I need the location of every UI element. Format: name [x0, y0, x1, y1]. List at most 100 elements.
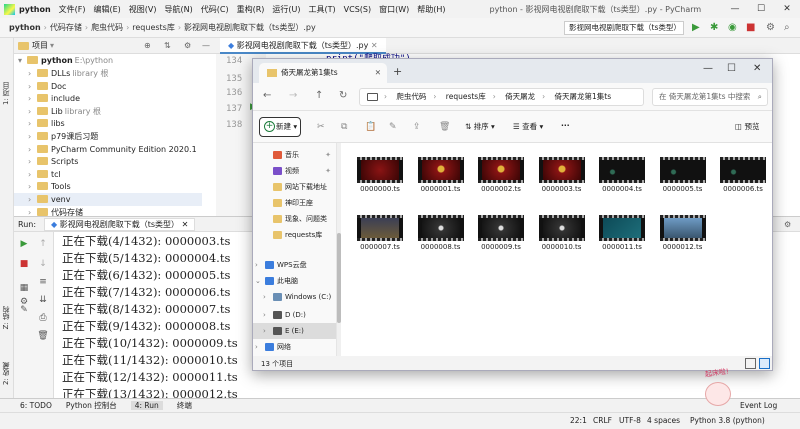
menu-item[interactable]: VCS(S)	[340, 5, 375, 14]
file-item[interactable]: 0000003.ts	[537, 157, 587, 193]
paste-icon[interactable]: 📋	[365, 122, 376, 132]
preview-button[interactable]: ◫ 预览	[735, 121, 759, 132]
expand-arrow-icon[interactable]: ›	[28, 193, 37, 206]
tree-folder[interactable]: › include	[28, 92, 82, 105]
nav-item[interactable]: 视频 ✦	[253, 163, 336, 179]
minimize-button[interactable]: —	[722, 0, 748, 18]
back-icon[interactable]: ←	[263, 90, 271, 101]
soft-wrap-icon[interactable]: ≡	[36, 276, 50, 288]
file-item[interactable]: 0000005.ts	[658, 157, 708, 193]
gear-icon[interactable]: ⚙	[784, 220, 791, 229]
project-tool-tab[interactable]: 1: 项目	[1, 82, 11, 105]
scroll-end-icon[interactable]: ⇊	[36, 294, 50, 306]
coverage-icon[interactable]: ◉	[728, 21, 737, 35]
menu-item[interactable]: 文件(F)	[55, 5, 90, 14]
large-icons-view-icon[interactable]	[759, 358, 770, 369]
expand-arrow-icon[interactable]: ›	[28, 143, 37, 156]
tree-folder[interactable]: › PyCharm Community Edition 2020.1	[28, 143, 199, 156]
file-item[interactable]: 0000008.ts	[416, 215, 466, 251]
run-tab[interactable]: ◆ 影视网电视剧爬取下载（ts类型） ✕	[44, 217, 196, 231]
todo-tab[interactable]: 6: TODO	[20, 401, 52, 410]
expand-arrow-icon[interactable]: ›	[255, 257, 258, 273]
tree-folder[interactable]: › DLLs library 根	[28, 67, 109, 80]
nav-item[interactable]: 神印王座	[253, 195, 336, 211]
locate-icon[interactable]: ⊕	[144, 41, 151, 50]
nav-item[interactable]: › 网络	[253, 339, 336, 355]
address-segment[interactable]: 爬虫代码	[396, 92, 426, 101]
minimize-button[interactable]: —	[703, 63, 713, 74]
nav-item[interactable]: requests库	[253, 227, 336, 243]
menu-item[interactable]: 窗口(W)	[375, 5, 413, 14]
down-icon[interactable]: ↓	[36, 258, 50, 270]
stop-icon[interactable]: ■	[746, 21, 755, 35]
nav-item[interactable]: › E (E:)	[253, 323, 336, 339]
new-button[interactable]: + 新建 ▾	[259, 117, 301, 137]
stop-icon[interactable]: ■	[17, 258, 31, 270]
file-item[interactable]: 0000012.ts	[658, 215, 708, 251]
settings-icon[interactable]: ⚙	[766, 21, 775, 35]
terminal-tab[interactable]: 终端	[177, 400, 192, 411]
structure-tool-tab[interactable]: Z: 结构	[1, 306, 11, 329]
line-separator[interactable]: CRLF	[593, 416, 612, 425]
sort-button[interactable]: ⇅ 排序 ▾	[465, 121, 495, 132]
expand-arrow-icon[interactable]: ›	[28, 117, 37, 130]
expand-arrow-icon[interactable]: ›	[28, 92, 37, 105]
expand-arrow-icon[interactable]: ›	[263, 307, 266, 323]
file-item[interactable]: 0000002.ts	[476, 157, 526, 193]
maximize-button[interactable]: ☐	[727, 63, 736, 74]
interpreter[interactable]: Python 3.8 (python)	[690, 416, 765, 425]
share-icon[interactable]: ⇪	[413, 122, 421, 132]
delete-icon[interactable]: 🗑	[439, 122, 450, 132]
expand-arrow-icon[interactable]: ›	[28, 168, 37, 181]
explorer-tab[interactable]: 倚天屠龙第1集ts ✕	[259, 63, 387, 83]
tree-folder[interactable]: › Tools	[28, 180, 73, 193]
tree-folder[interactable]: › Doc	[28, 80, 68, 93]
tree-folder[interactable]: › Lib library 根	[28, 105, 101, 118]
expand-arrow-icon[interactable]: ›	[28, 105, 37, 118]
menu-item[interactable]: 帮助(H)	[413, 5, 449, 14]
nav-item[interactable]: › D (D:)	[253, 307, 336, 323]
forward-icon[interactable]: →	[289, 90, 297, 101]
nav-item[interactable]: ⌄ 此电脑	[253, 273, 336, 289]
address-bar[interactable]: › 爬虫代码 › requests库 › 倚天屠龙 › 倚天屠龙第1集ts	[359, 88, 644, 106]
expand-arrow-icon[interactable]: ⌄	[255, 273, 261, 289]
file-item[interactable]: 0000000.ts	[355, 157, 405, 193]
expand-arrow-icon[interactable]: ›	[28, 80, 37, 93]
file-item[interactable]: 0000010.ts	[537, 215, 587, 251]
maximize-button[interactable]: ☐	[748, 0, 774, 18]
breadcrumb-crawler[interactable]: 爬虫代码	[88, 22, 126, 33]
address-segment[interactable]: 倚天屠龙第1集ts	[554, 92, 611, 101]
address-segment[interactable]: 倚天屠龙	[505, 92, 535, 101]
run-icon[interactable]: ▶	[692, 21, 700, 35]
caret-position[interactable]: 22:1	[570, 416, 587, 425]
collapse-icon[interactable]: ⇅	[164, 41, 171, 50]
event-log-button[interactable]: Event Log	[740, 401, 777, 410]
layout-icon[interactable]: ▦	[17, 282, 31, 294]
details-view-icon[interactable]	[745, 358, 756, 369]
menu-item[interactable]: 导航(N)	[161, 5, 197, 14]
tree-folder[interactable]: › tcl	[28, 168, 63, 181]
file-item[interactable]: 0000006.ts	[718, 157, 768, 193]
tree-root[interactable]: ▾ python E:\python	[18, 54, 113, 67]
expand-arrow-icon[interactable]: ›	[263, 323, 266, 339]
breadcrumb-file[interactable]: 影视网电视剧爬取下载（ts类型）.py	[181, 22, 319, 33]
address-segment[interactable]: requests库	[446, 92, 486, 101]
expand-arrow-icon[interactable]: ›	[263, 289, 266, 305]
file-item[interactable]: 0000001.ts	[416, 157, 466, 193]
nav-item[interactable]: 音乐 ✦	[253, 147, 336, 163]
file-item[interactable]: 0000004.ts	[597, 157, 647, 193]
tree-folder[interactable]: › venv	[14, 193, 202, 206]
refresh-icon[interactable]: ↻	[339, 90, 347, 101]
expand-arrow-icon[interactable]: ›	[28, 180, 37, 193]
file-item[interactable]: 0000007.ts	[355, 215, 405, 251]
nav-item[interactable]: › WPS云盘	[253, 257, 336, 273]
expand-arrow-icon[interactable]: ›	[28, 206, 37, 216]
file-encoding[interactable]: UTF-8	[619, 416, 641, 425]
favorites-tool-tab[interactable]: 2: 收藏	[1, 362, 11, 385]
view-button[interactable]: ☰ 查看 ▾	[513, 121, 543, 132]
print-icon[interactable]: ⎙	[36, 312, 50, 324]
close-tab-icon[interactable]: ✕	[375, 63, 381, 83]
explorer-search-input[interactable]: 在 倚天屠龙第1集ts 中搜索 ⌕	[652, 88, 768, 106]
python-console-tab[interactable]: Python 控制台	[66, 400, 117, 411]
expand-arrow-icon[interactable]: ›	[28, 67, 37, 80]
